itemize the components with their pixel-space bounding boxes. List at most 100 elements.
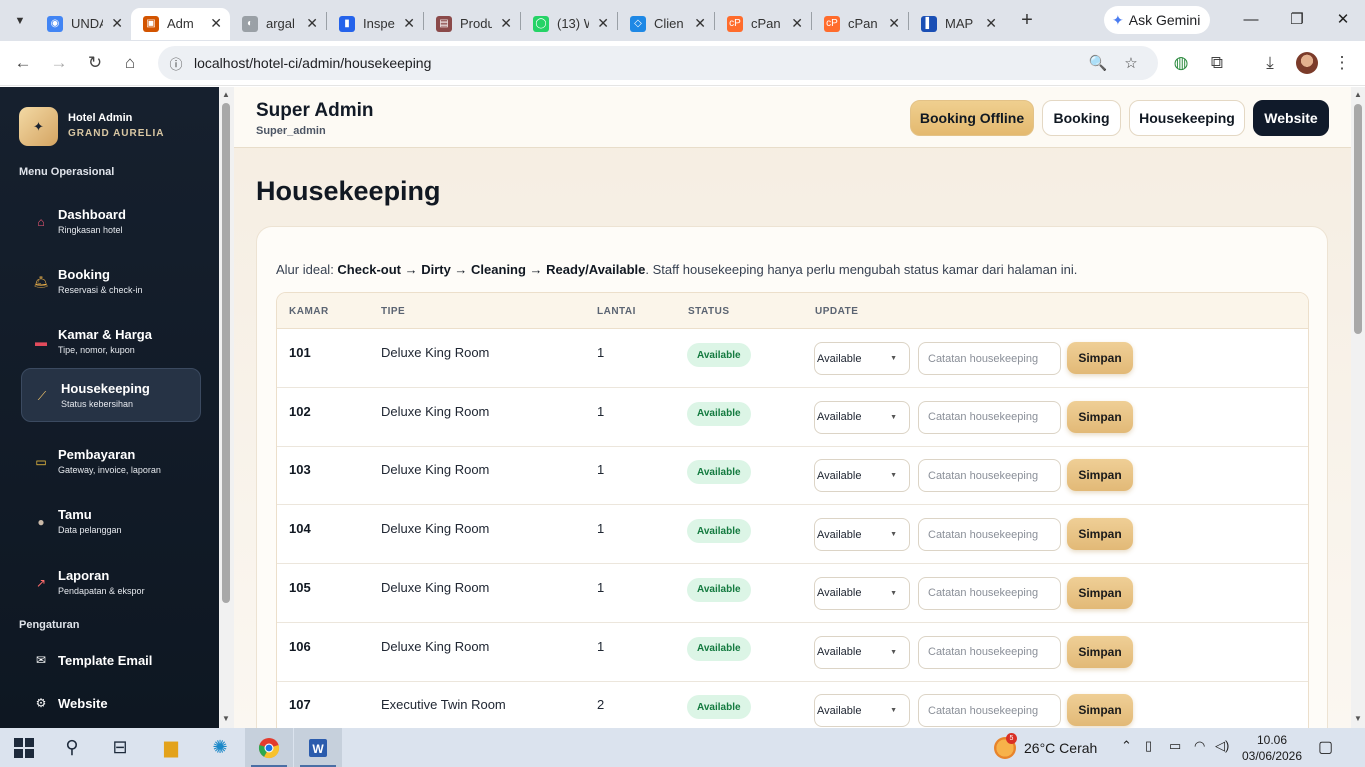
- scroll-down-arrow-icon[interactable]: ▼: [1354, 714, 1362, 723]
- browser-tab[interactable]: ◉ UNDA ✕: [35, 8, 131, 40]
- tray-chevron-icon[interactable]: ⌃: [1121, 738, 1132, 754]
- tab-close-icon[interactable]: ✕: [500, 15, 512, 32]
- sidebar-scroll-thumb[interactable]: [222, 103, 230, 603]
- save-button[interactable]: Simpan: [1067, 635, 1133, 668]
- notification-icon[interactable]: ▢: [1318, 737, 1338, 757]
- tab-search-chevron-icon[interactable]: ▼: [5, 6, 35, 36]
- housekeeping-note-input[interactable]: Catatan housekeeping: [918, 635, 1061, 669]
- address-bar[interactable]: ⓘ localhost/hotel-ci/admin/housekeeping …: [158, 46, 1158, 80]
- browser-tab[interactable]: ▌ MAP ✕: [909, 8, 1005, 40]
- tab-close-icon[interactable]: ✕: [791, 15, 803, 32]
- close-window-icon[interactable]: ✕: [1320, 0, 1365, 38]
- scroll-up-arrow-icon[interactable]: ▲: [1354, 90, 1362, 99]
- reload-icon[interactable]: ↻: [81, 49, 109, 77]
- booking-offline-button[interactable]: Booking Offline: [910, 100, 1034, 136]
- search-icon[interactable]: ⚲: [48, 728, 96, 767]
- tab-close-icon[interactable]: ✕: [597, 15, 609, 32]
- browser-tab[interactable]: cP cPan ✕: [812, 8, 908, 40]
- housekeeping-note-input[interactable]: Catatan housekeeping: [918, 400, 1061, 434]
- admin-name: Super Admin: [256, 100, 374, 121]
- tab-close-icon[interactable]: ✕: [210, 15, 222, 32]
- extension-globe-icon[interactable]: ◍: [1167, 49, 1195, 77]
- sidebar-item-dashboard[interactable]: ⌂ Dashboard Ringkasan hotel: [21, 195, 201, 249]
- download-icon[interactable]: ⤓: [1256, 49, 1284, 77]
- system-clock[interactable]: 10.06 03/06/2026: [1237, 732, 1307, 764]
- windows-start-icon[interactable]: [0, 728, 48, 767]
- menu-kebab-icon[interactable]: ⋮: [1328, 49, 1356, 77]
- housekeeping-note-input[interactable]: Catatan housekeeping: [918, 342, 1061, 375]
- page-scrollbar[interactable]: ▲ ▼: [1351, 87, 1365, 728]
- status-select[interactable]: Available ▼: [814, 694, 910, 728]
- back-arrow-icon[interactable]: ←: [9, 49, 37, 77]
- status-select[interactable]: Available ▼: [814, 400, 910, 434]
- housekeeping-note-input[interactable]: Catatan housekeeping: [918, 576, 1061, 610]
- browser-tab[interactable]: ▮ Inspe ✕: [327, 8, 423, 40]
- sidebar-item-laporan[interactable]: ↗ Laporan Pendapatan & ekspor: [21, 556, 201, 610]
- status-select[interactable]: Available ▼: [814, 635, 910, 669]
- tab-close-icon[interactable]: ✕: [306, 15, 318, 32]
- sidebar-item-kamar-harga[interactable]: ▬ Kamar & Harga Tipe, nomor, kupon: [21, 315, 201, 369]
- battery-icon[interactable]: ▭: [1169, 738, 1181, 754]
- zoom-icon[interactable]: 🔍: [1086, 51, 1110, 75]
- chrome-taskbar-icon[interactable]: [245, 728, 293, 767]
- wifi-icon[interactable]: ◠: [1194, 738, 1205, 754]
- profile-avatar[interactable]: [1296, 52, 1318, 74]
- chevron-down-icon: ▼: [890, 531, 897, 539]
- task-view-icon[interactable]: ⊟: [96, 728, 144, 767]
- browser-tab[interactable]: ◇ Clien ✕: [618, 8, 714, 40]
- restore-icon[interactable]: ❐: [1274, 0, 1320, 38]
- booking-button[interactable]: Booking: [1042, 100, 1121, 136]
- bookmark-star-icon[interactable]: ☆: [1119, 51, 1143, 75]
- housekeeping-note-input[interactable]: Catatan housekeeping: [918, 459, 1061, 493]
- status-select[interactable]: Available ▼: [814, 576, 910, 610]
- new-tab-plus-icon[interactable]: +: [1013, 7, 1041, 35]
- sidebar-item-pembayaran[interactable]: ▭ Pembayaran Gateway, invoice, laporan: [21, 435, 201, 489]
- tab-close-icon[interactable]: ✕: [403, 15, 415, 32]
- sidebar-item-tamu[interactable]: ● Tamu Data pelanggan: [21, 495, 201, 549]
- browser-tab[interactable]: ▣ Adm ✕: [131, 7, 230, 40]
- home-icon[interactable]: ⌂: [116, 49, 144, 77]
- sidebar-item-template-email[interactable]: ✉ Template Email: [21, 640, 201, 676]
- sidebar-item-website[interactable]: ⚙ Website: [21, 683, 201, 719]
- forward-arrow-icon[interactable]: →: [45, 49, 73, 77]
- tab-close-icon[interactable]: ✕: [985, 15, 997, 32]
- save-button[interactable]: Simpan: [1067, 400, 1133, 433]
- tab-close-icon[interactable]: ✕: [888, 15, 900, 32]
- tab-close-icon[interactable]: ✕: [694, 15, 706, 32]
- save-button[interactable]: Simpan: [1067, 694, 1133, 727]
- browser-tab[interactable]: ◐ argal ✕: [230, 8, 326, 40]
- browser-tab[interactable]: ▤ Produ ✕: [424, 8, 520, 40]
- page-scroll-thumb[interactable]: [1354, 104, 1362, 334]
- sidebar-item-booking[interactable]: 🛎 Booking Reservasi & check-in: [21, 255, 201, 309]
- tray-device-icon[interactable]: ▯: [1145, 738, 1152, 754]
- file-explorer-icon[interactable]: ▆: [147, 728, 195, 767]
- settings-app-icon[interactable]: ✺: [196, 728, 244, 767]
- status-select[interactable]: Available ▼: [814, 342, 910, 375]
- minimize-icon[interactable]: —: [1228, 0, 1274, 38]
- save-button[interactable]: Simpan: [1067, 459, 1133, 492]
- browser-tab[interactable]: ◯ (13) W ✕: [521, 8, 617, 40]
- save-button[interactable]: Simpan: [1067, 342, 1133, 374]
- housekeeping-note-input[interactable]: Catatan housekeeping: [918, 694, 1061, 728]
- sidebar-item-label: Booking: [58, 267, 110, 282]
- sidebar-scrollbar[interactable]: ▲ ▼: [219, 87, 234, 728]
- save-button[interactable]: Simpan: [1067, 518, 1133, 551]
- website-button[interactable]: Website: [1253, 100, 1329, 136]
- volume-icon[interactable]: ◁): [1215, 738, 1229, 754]
- status-select[interactable]: Available ▼: [814, 459, 910, 493]
- word-taskbar-icon[interactable]: W: [294, 728, 342, 767]
- sidebar-item-housekeeping[interactable]: ⟋ Housekeeping Status kebersihan: [21, 368, 201, 422]
- housekeeping-note-input[interactable]: Catatan housekeeping: [918, 518, 1061, 552]
- site-info-icon[interactable]: ⓘ: [166, 53, 186, 73]
- url-text[interactable]: localhost/hotel-ci/admin/housekeeping: [194, 55, 431, 71]
- scroll-up-arrow-icon[interactable]: ▲: [222, 90, 230, 99]
- status-select[interactable]: Available ▼: [814, 518, 910, 552]
- tab-close-icon[interactable]: ✕: [111, 15, 123, 32]
- weather-widget[interactable]: 5 26°C Cerah: [994, 733, 1097, 760]
- ask-gemini-button[interactable]: ✦ Ask Gemini: [1104, 6, 1210, 34]
- housekeeping-button[interactable]: Housekeeping: [1129, 100, 1245, 136]
- scroll-down-arrow-icon[interactable]: ▼: [222, 714, 230, 723]
- save-button[interactable]: Simpan: [1067, 576, 1133, 609]
- browser-tab[interactable]: cP cPan ✕: [715, 8, 811, 40]
- extensions-puzzle-icon[interactable]: ⧉: [1203, 49, 1231, 77]
